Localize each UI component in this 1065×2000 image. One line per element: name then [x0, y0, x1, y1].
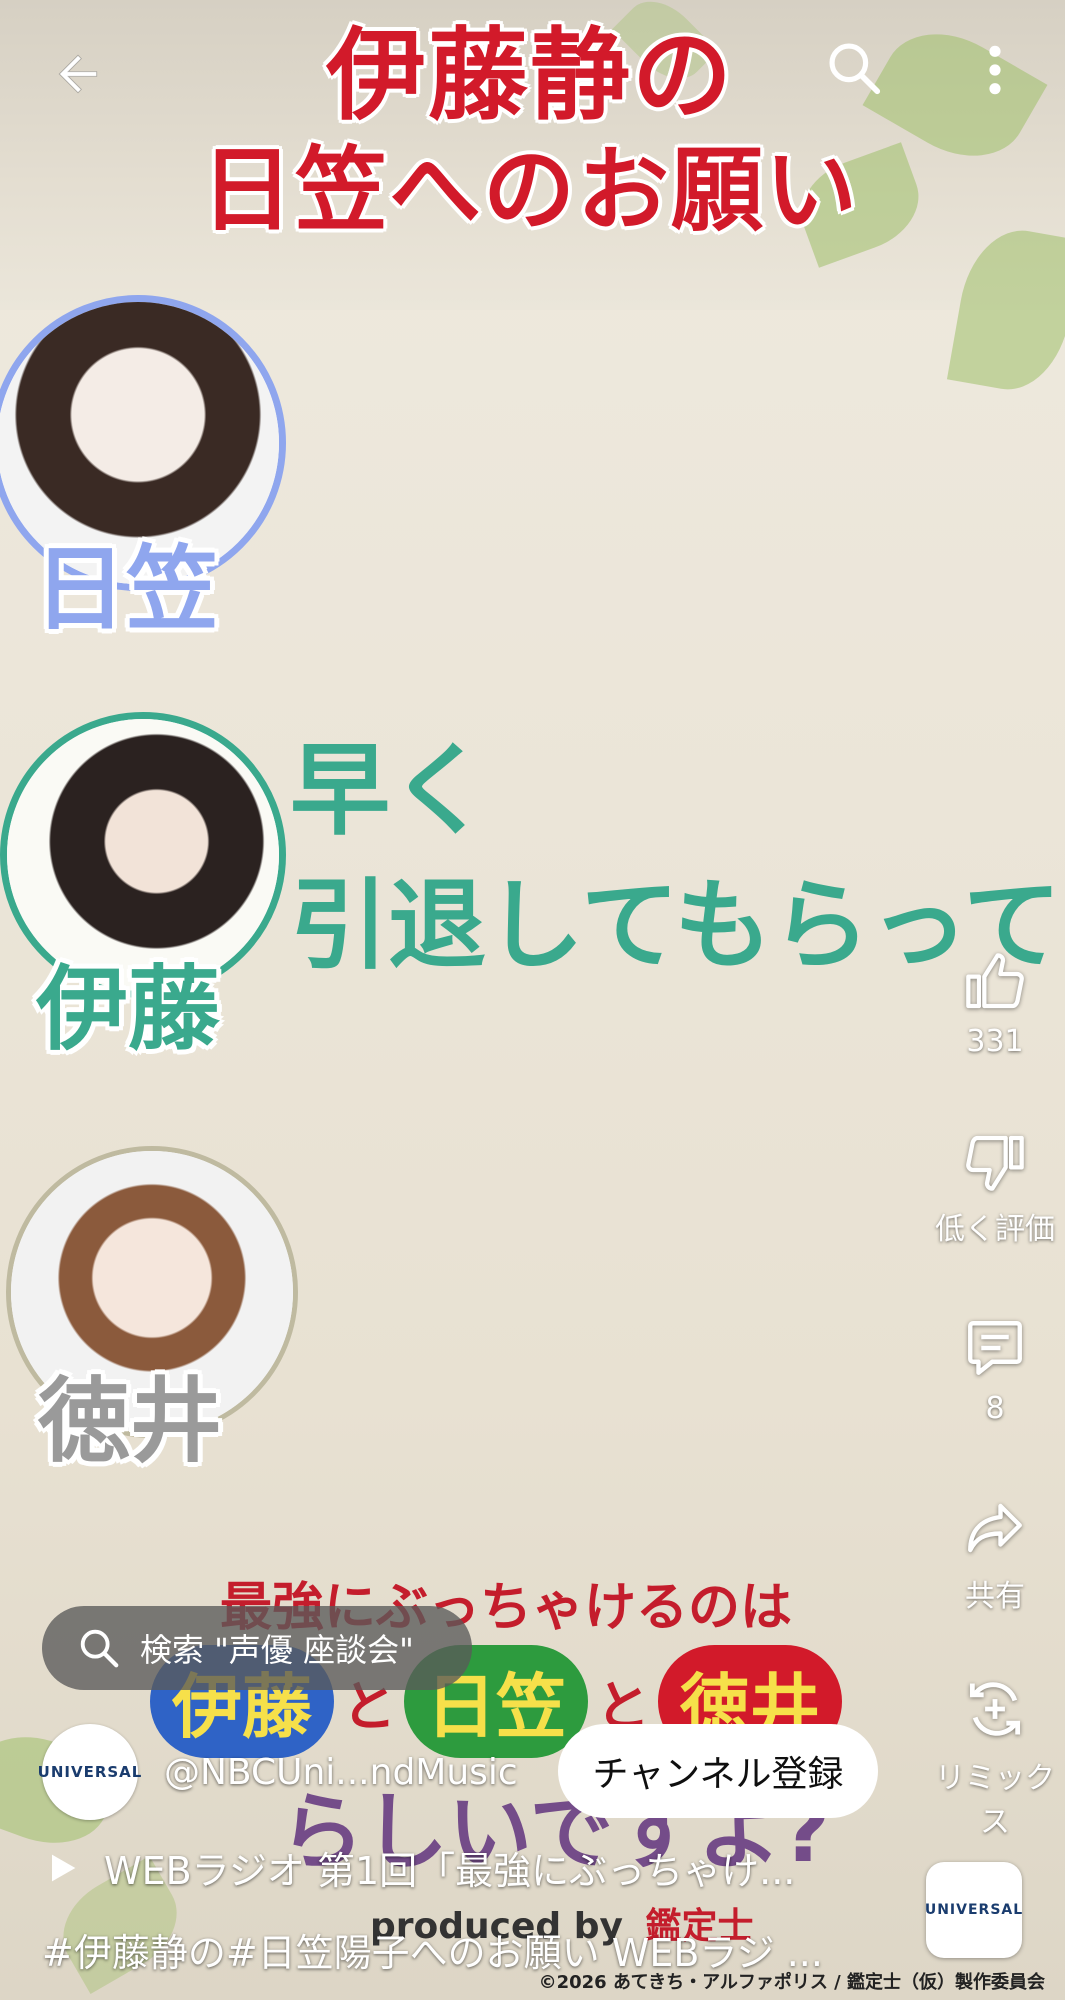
name-label-hikasa: 日笠	[34, 536, 219, 643]
title-line-1: 伊藤静の	[326, 17, 734, 134]
back-arrow-icon	[58, 54, 98, 94]
thumb-up-icon	[966, 953, 1024, 1009]
subscribe-button[interactable]: チャンネル登録	[558, 1724, 878, 1818]
share-label: 共有	[965, 1579, 1025, 1614]
search-icon	[80, 1629, 119, 1668]
remix-label: リミックス	[935, 1761, 1055, 1840]
corner-logo-text: UNIVERSAL	[924, 1902, 1024, 1918]
more-options-button[interactable]	[960, 30, 1030, 110]
thumb-down-icon	[966, 1135, 1024, 1191]
quote-line-1: 早く	[290, 732, 490, 849]
channel-info[interactable]: UNIVERSAL @NBCUni...ndMusic	[38, 1722, 518, 1822]
search-icon	[829, 43, 881, 95]
related-search-chip[interactable]: 検索 "声優 座談会"	[42, 1606, 472, 1690]
play-icon	[52, 1854, 76, 1881]
share-button[interactable]: 共有	[925, 1495, 1065, 1615]
like-button[interactable]: 331	[925, 950, 1065, 1059]
remix-button[interactable]: リミックス	[925, 1675, 1065, 1841]
search-button[interactable]	[812, 26, 896, 110]
like-count: 331	[966, 1024, 1024, 1059]
share-icon	[968, 1503, 1022, 1553]
more-vert-icon	[989, 45, 1001, 95]
comments-button[interactable]: 8	[925, 1315, 1065, 1426]
comment-count: 8	[985, 1391, 1005, 1426]
video-title-graphic: 伊藤静の 日笠へのお願い	[170, 18, 890, 268]
channel-logo-text: UNIVERSAL	[37, 1763, 143, 1781]
video-frame[interactable]: 伊藤静の 日笠へのお願い 日笠 伊藤 早く 引退してもらって 徳井 最強にぶっち…	[0, 0, 1065, 2000]
back-button[interactable]	[36, 32, 120, 116]
channel-avatar[interactable]: UNIVERSAL	[38, 1724, 141, 1820]
dislike-button[interactable]: 低く評価	[925, 1130, 1065, 1248]
dislike-label: 低く評価	[935, 1212, 1055, 1247]
title-line-2: 日笠へのお願い	[200, 137, 859, 244]
search-chip-label: 検索 "声優 座談会"	[140, 1631, 414, 1669]
comment-icon	[968, 1321, 1022, 1375]
video-title-link[interactable]: WEBラジオ 第1回「最強にぶっちゃけ...	[42, 1840, 882, 1895]
video-title-text: WEBラジオ 第1回「最強にぶっちゃけ...	[104, 1849, 796, 1893]
channel-handle[interactable]: @NBCUni...ndMusic	[164, 1752, 518, 1793]
name-label-ito: 伊藤	[36, 956, 221, 1063]
remix-icon	[969, 1682, 1021, 1736]
name-label-tokui: 徳井	[38, 1368, 223, 1475]
copyright-text: ©2026 あてきち・アルファポリス / 鑑定士（仮）製作委員会	[538, 1972, 1045, 1993]
sound-source-thumbnail[interactable]: UNIVERSAL	[924, 1862, 1024, 1958]
